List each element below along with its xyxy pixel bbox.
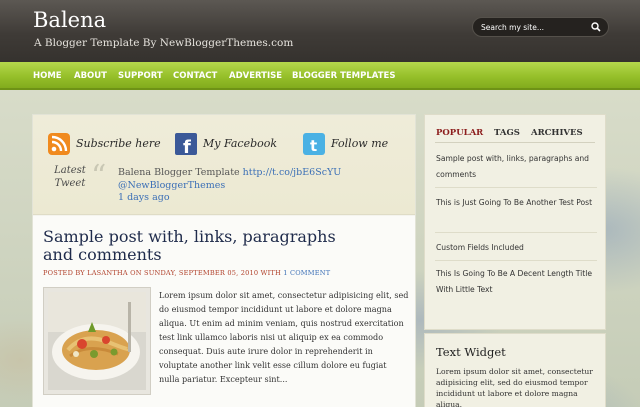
nav-item-contact[interactable]: CONTACT	[173, 71, 217, 81]
nav-item-support[interactable]: SUPPORT	[118, 71, 163, 81]
facebook-label: My Facebook	[203, 137, 278, 150]
tweet-user-link[interactable]: @NewBloggerThemes	[118, 180, 225, 191]
latest-tweet-line2: Tweet	[54, 178, 86, 189]
tweet-time-link[interactable]: 1 days ago	[118, 192, 170, 203]
tab-divider	[435, 142, 595, 143]
quote-icon: “	[91, 159, 107, 194]
widget-title: Text Widget	[436, 345, 506, 359]
text-widget: Text Widget Lorem ipsum dolor sit amet, …	[424, 333, 606, 407]
post-body: Lorem ipsum dolor sit amet, consectetur …	[159, 290, 409, 384]
main-column: Subscribe here f My Facebook t Follow me…	[32, 114, 416, 407]
search-input[interactable]	[481, 21, 586, 34]
rss-icon	[48, 133, 70, 155]
latest-tweet-line1: Latest	[54, 165, 86, 176]
tweet-text: Balena Blogger Template	[118, 167, 243, 178]
main-nav: HOME ABOUT SUPPORT CONTACT ADVERTISE BLO…	[0, 62, 640, 90]
popular-item[interactable]: Sample post with, links, paragraphs and …	[436, 151, 601, 183]
social-bar: Subscribe here f My Facebook t Follow me…	[33, 115, 415, 215]
post: Sample post with, links, paragraphs and …	[33, 216, 415, 407]
post-comments-link[interactable]: 1 COMMENT	[283, 269, 330, 277]
post-title[interactable]: Sample post with, links, paragraphs and …	[43, 228, 343, 264]
search-box	[472, 17, 609, 37]
svg-text:t: t	[310, 137, 317, 155]
food-image	[48, 292, 146, 390]
tweet-link[interactable]: http://t.co/jbE6ScYU	[243, 167, 342, 178]
search-icon[interactable]	[591, 22, 601, 32]
svg-text:f: f	[183, 137, 191, 155]
twitter-label: Follow me	[331, 137, 389, 150]
site-title[interactable]: Balena	[33, 8, 106, 32]
popular-divider	[435, 260, 597, 261]
post-meta-text: POSTED BY LASANTHA ON SUNDAY, SEPTEMBER …	[43, 269, 284, 277]
widget-tabs: POPULAR TAGS ARCHIVES	[425, 115, 605, 141]
facebook-icon: f	[175, 133, 197, 155]
tab-tags[interactable]: TAGS	[494, 128, 520, 138]
nav-item-advertise[interactable]: ADVERTISE	[229, 71, 282, 81]
tabbed-widget: POPULAR TAGS ARCHIVES Sample post with, …	[424, 114, 606, 330]
nav-item-blogger-templates[interactable]: BLOGGER TEMPLATES	[292, 71, 395, 81]
latest-tweet-label: Latest Tweet	[50, 164, 90, 190]
site-header: Balena A Blogger Template By NewBloggerT…	[0, 0, 640, 62]
nav-item-about[interactable]: ABOUT	[74, 71, 107, 81]
tab-popular[interactable]: POPULAR	[436, 128, 483, 138]
subscribe-label: Subscribe here	[76, 137, 161, 150]
post-thumbnail[interactable]	[43, 287, 151, 395]
popular-item[interactable]: Custom Fields Included	[436, 240, 601, 256]
nav-item-home[interactable]: HOME	[33, 71, 62, 81]
popular-divider	[435, 187, 597, 188]
post-meta: POSTED BY LASANTHA ON SUNDAY, SEPTEMBER …	[43, 269, 330, 277]
tweet-content: Balena Blogger Template http://t.co/jbE6…	[118, 167, 408, 205]
twitter-icon: t	[303, 133, 325, 155]
widget-text: Lorem ipsum dolor sit amet, consectetur …	[436, 367, 593, 407]
popular-item[interactable]: This is Just Going To Be Another Test Po…	[436, 195, 601, 211]
site-description: A Blogger Template By NewBloggerThemes.c…	[34, 37, 294, 49]
popular-item[interactable]: This Is Going To Be A Decent Length Titl…	[436, 266, 601, 298]
popular-divider	[435, 232, 597, 233]
tab-archives[interactable]: ARCHIVES	[531, 128, 583, 138]
